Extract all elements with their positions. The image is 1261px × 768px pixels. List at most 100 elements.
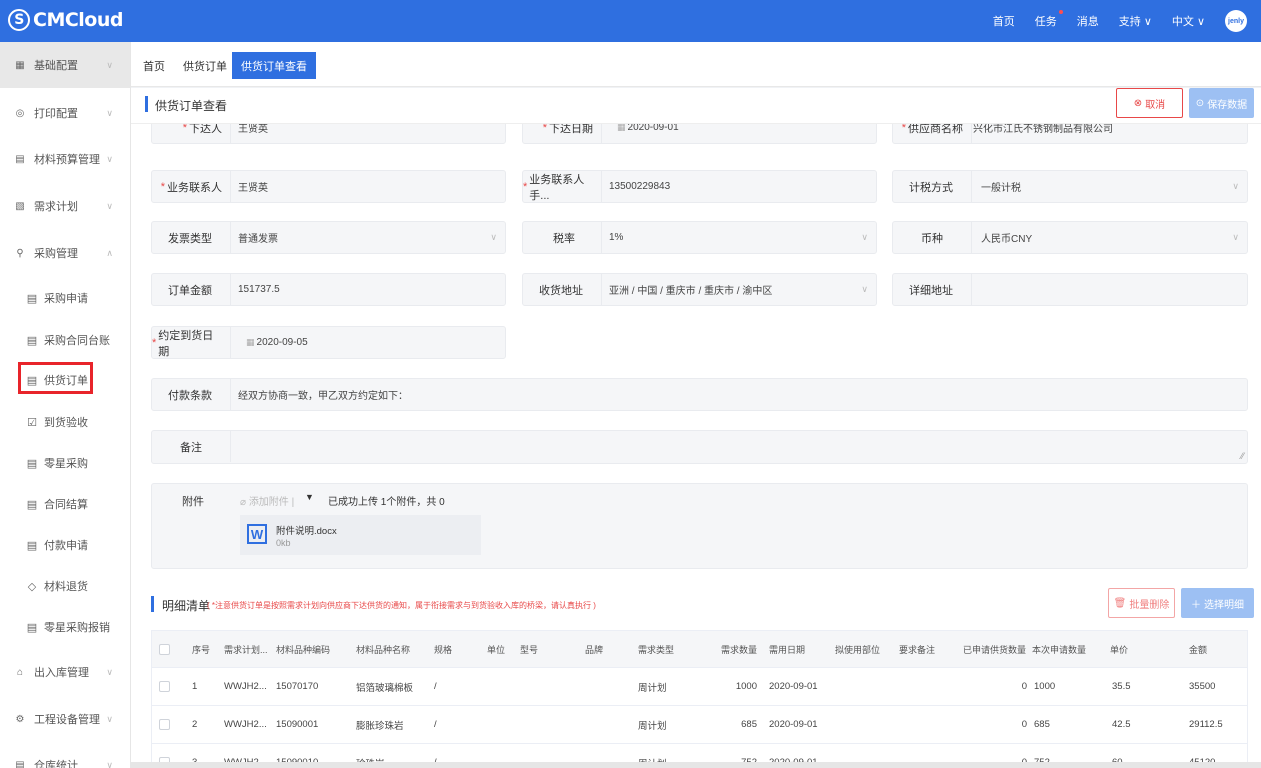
phone-label: * 业务联系人手...	[523, 173, 585, 202]
page-header: 供货订单查看	[131, 88, 1261, 123]
nav-home[interactable]: 首页	[993, 13, 1015, 29]
row-checkbox[interactable]	[159, 668, 170, 705]
logo-text: CMCloud	[33, 9, 124, 31]
avatar[interactable]: jenly	[1225, 10, 1247, 32]
sidebar-subitem-contract-ledger[interactable]: ▤ 采购合同台账	[0, 320, 130, 360]
app-logo[interactable]: S CMCloud	[8, 9, 124, 31]
delivery-address-select[interactable]: 收货地址 亚洲 / 中国 / 重庆市 / 重庆市 / 渝中区 ∨	[522, 273, 877, 306]
upload-status: 已成功上传 1个附件，共 0	[328, 497, 445, 508]
currency-value: 人民币CNY	[981, 234, 1033, 245]
table-cell: 铝箔玻璃棉板	[356, 682, 414, 694]
sidebar-item-purchase[interactable]: ⚲ 采购管理 ∧	[0, 230, 130, 276]
cancel-button[interactable]: ⊗ 取消	[1116, 88, 1183, 118]
table-cell: WWJH2...	[224, 719, 267, 730]
gear-icon: ⚙	[15, 713, 25, 725]
batch-delete-button[interactable]: 🗑 批量删除	[1108, 588, 1175, 618]
sidebar-subitem-material-return[interactable]: ◇ 材料退货	[0, 566, 130, 606]
sidebar-subitem-purchase-request[interactable]: ▤ 采购申请	[0, 278, 130, 318]
arrival-date-field[interactable]: * 约定到货日期 ▦ 2020-09-05	[151, 326, 506, 359]
sidebar-item-warehouse-stats[interactable]: ▤ 仓库统计 ∨	[0, 742, 130, 768]
sidebar-item-demand-plan[interactable]: ▧ 需求计划 ∨	[0, 183, 130, 229]
tab-supply-order-view[interactable]: 供货订单查看	[232, 52, 316, 79]
payment-terms-field[interactable]: 付款条款 经双方协商一致，甲乙双方约定如下：	[151, 378, 1248, 411]
col-header: 金额	[1189, 644, 1208, 655]
title-accent-bar	[145, 96, 148, 112]
sidebar-subitem-arrival-check[interactable]: ☑ 到货验收	[0, 402, 130, 442]
invoice-type-label: 发票类型	[168, 232, 212, 245]
order-amount-field[interactable]: 订单金额 151737.5	[151, 273, 506, 306]
remark-textarea[interactable]: 备注 ⁄⁄	[151, 430, 1248, 464]
horizontal-scrollbar[interactable]	[131, 762, 1261, 768]
chevron-down-icon: ∨	[1232, 232, 1239, 242]
issuer-field[interactable]: * 下达人 王贤英	[151, 124, 506, 144]
table-row[interactable]: 2 WWJH2... 15090001 膨胀珍珠岩 / 周计划 685 2020…	[152, 705, 1247, 743]
issue-date-field[interactable]: * 下达日期 ▦ 2020-09-01	[522, 124, 877, 144]
sidebar-item-print-config[interactable]: ◎ 打印配置 ∨	[0, 90, 130, 136]
nav-language[interactable]: 中文 ∨	[1172, 13, 1205, 29]
invoice-type-select[interactable]: 发票类型 普通发票 ∨	[151, 221, 506, 254]
nav-tasks[interactable]: 任务	[1035, 10, 1063, 29]
col-header: 规格	[434, 644, 453, 655]
table-cell: 2	[192, 719, 198, 730]
form-row-clipped: * 下达人 王贤英 * 下达日期 ▦ 2020-09-01 * 供应商名称 兴化市江氏不…	[131, 124, 1261, 152]
select-all-checkbox[interactable]	[159, 631, 170, 667]
sidebar-subitem-contract-settlement[interactable]: ▤ 合同结算	[0, 484, 130, 524]
chevron-down-icon: ∨	[861, 232, 868, 242]
table-cell: 周计划	[638, 682, 667, 694]
tab-supply-order[interactable]: 供货订单	[174, 52, 236, 79]
add-attachment-button[interactable]: ⌀ 添加附件 |	[240, 493, 294, 508]
tab-home[interactable]: 首页	[134, 52, 174, 79]
phone-field[interactable]: * 业务联系人手... 13500229843	[522, 170, 877, 203]
sidebar-subitem-payment-request[interactable]: ▤ 付款申请	[0, 525, 130, 565]
sidebar-item-label: 采购管理	[34, 248, 78, 260]
issuer-label: * 下达人	[182, 124, 222, 135]
table-cell: 15070170	[276, 681, 319, 692]
tax-method-label: 计税方式	[909, 181, 953, 194]
resize-handle-icon[interactable]: ⁄⁄	[1241, 451, 1244, 461]
payment-terms-value: 经双方协商一致，甲乙双方约定如下：	[238, 391, 408, 402]
tax-method-select[interactable]: 计税方式 一般计税 ∨	[892, 170, 1248, 203]
nav-messages[interactable]: 消息	[1077, 13, 1099, 29]
save-button[interactable]: ⊙ 保存数据	[1189, 88, 1254, 118]
table-cell: 0	[1021, 719, 1027, 730]
document-icon: ▤	[26, 498, 38, 511]
return-icon: ◇	[27, 580, 37, 593]
calendar-icon: ▦	[617, 124, 626, 132]
supplier-field[interactable]: * 供应商名称 兴化市江氏不锈钢制品有限公司	[892, 124, 1248, 144]
dropdown-caret-icon[interactable]: ▼	[305, 492, 314, 502]
col-header: 需求类型	[638, 644, 675, 655]
highlight-box	[18, 362, 93, 394]
sidebar-item-equipment[interactable]: ⚙ 工程设备管理 ∨	[0, 696, 130, 742]
detail-address-field[interactable]: 详细地址	[892, 273, 1248, 306]
sidebar-subitem-label: 合同结算	[44, 499, 88, 511]
checklist-icon: ☑	[27, 416, 37, 429]
sidebar-item-label: 需求计划	[34, 201, 78, 213]
sidebar-item-label: 仓库统计	[34, 760, 78, 768]
currency-select[interactable]: 币种 人民币CNY ∨	[892, 221, 1248, 254]
supplier-label: * 供应商名称	[901, 124, 963, 135]
sidebar-subitem-label: 付款申请	[44, 540, 88, 552]
select-items-button[interactable]: ＋ 选择明细	[1181, 588, 1254, 618]
plus-icon: ＋	[1191, 599, 1201, 611]
sidebar-item-label: 材料预算管理	[34, 154, 100, 166]
chevron-down-icon: ∨	[106, 759, 113, 768]
issue-date-value: ▦ 2020-09-01	[617, 124, 679, 133]
nav-support[interactable]: 支持 ∨	[1119, 13, 1152, 29]
table-row[interactable]: 1 WWJH2... 15070170 铝箔玻璃棉板 / 周计划 1000 20…	[152, 667, 1247, 705]
batch-delete-label: 批量删除	[1129, 599, 1170, 611]
row-checkbox[interactable]	[159, 706, 170, 743]
document-icon: ▤	[26, 539, 38, 552]
table-cell: 42.5	[1112, 719, 1131, 730]
tax-rate-select[interactable]: 税率 1% ∨	[522, 221, 877, 254]
sidebar-subitem-sporadic-purchase[interactable]: ▤ 零星采购	[0, 443, 130, 483]
sidebar-item-basic-config[interactable]: ▦ 基础配置 ∨	[0, 42, 130, 88]
sidebar-item-inventory[interactable]: ⌂ 出入库管理 ∨	[0, 649, 130, 695]
sidebar-subitem-sporadic-reimburse[interactable]: ▤ 零星采购报销	[0, 607, 130, 647]
sidebar-item-budget[interactable]: ▤ 材料预算管理 ∨	[0, 136, 130, 182]
table-cell: WWJH2...	[224, 681, 267, 692]
file-card[interactable]: W 附件说明.docx 0kb	[240, 515, 481, 555]
table-cell: 35.5	[1112, 681, 1131, 692]
table-cell: 0	[1021, 681, 1027, 692]
contact-field[interactable]: * 业务联系人 王贤英	[151, 170, 506, 203]
stats-icon: ▤	[15, 759, 25, 768]
